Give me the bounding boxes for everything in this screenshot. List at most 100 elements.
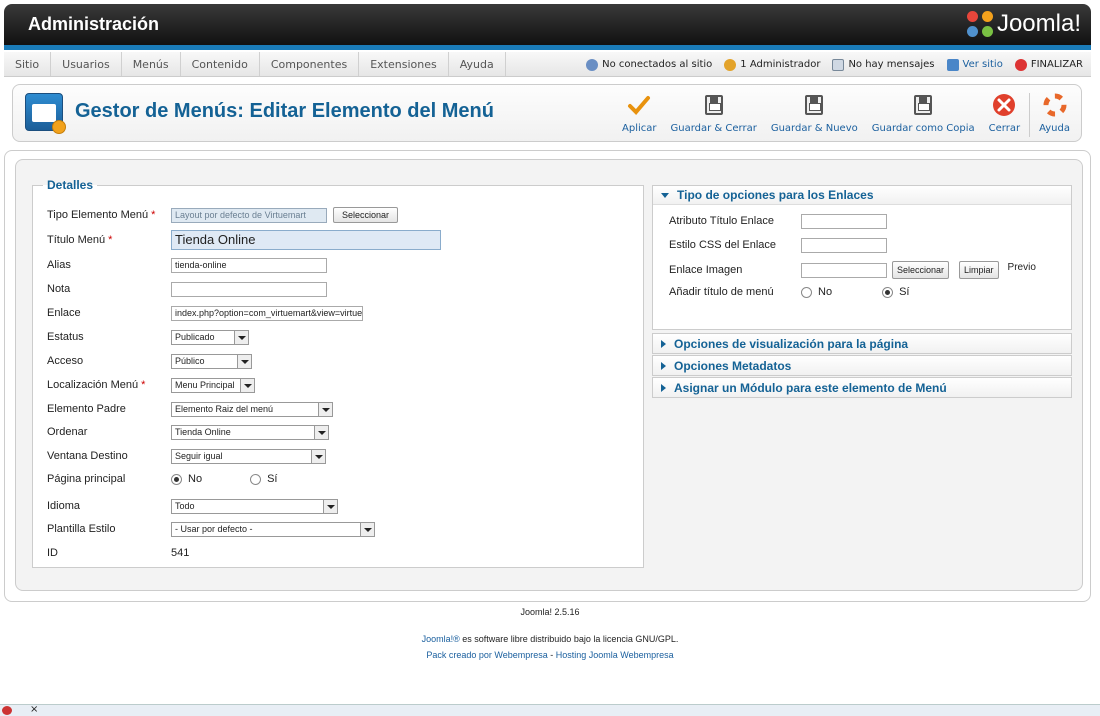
- menu-ayuda[interactable]: Ayuda: [449, 52, 506, 76]
- main-menubar: Sitio Usuarios Menús Contenido Component…: [4, 52, 1091, 77]
- select-type-button[interactable]: Seleccionar: [333, 207, 399, 223]
- home-no-radio[interactable]: No: [171, 473, 202, 485]
- link-options-panel: Tipo de opciones para los Enlaces Atribu…: [652, 185, 1072, 330]
- row-language: Idioma Todo: [47, 497, 338, 515]
- row-id: ID 541: [47, 547, 190, 559]
- required-marker: *: [151, 209, 156, 221]
- browser-bottom-bar: ×: [0, 704, 1100, 716]
- message-icon: [832, 58, 845, 71]
- logout-icon: [1014, 58, 1027, 71]
- monitor-icon: [946, 58, 959, 71]
- row-status: Estatus Publicado: [47, 328, 249, 346]
- menu-componentes[interactable]: Componentes: [260, 52, 360, 76]
- row-access: Acceso Público: [47, 352, 252, 370]
- footer-credits: Pack creado por Webempresa - Hosting Joo…: [426, 650, 674, 660]
- parent-select[interactable]: Elemento Raiz del menú: [171, 401, 333, 417]
- access-select[interactable]: Público: [171, 353, 252, 369]
- help-button[interactable]: Ayuda: [1032, 93, 1077, 137]
- status-offline: No conectados al sitio: [586, 58, 712, 71]
- save-close-button[interactable]: Guardar & Cerrar: [664, 93, 764, 137]
- row-alias: Alias tienda-online: [47, 256, 327, 274]
- menu-usuarios[interactable]: Usuarios: [51, 52, 122, 76]
- triangle-down-icon: [661, 192, 669, 198]
- select-image-button[interactable]: Seleccionar: [892, 261, 950, 279]
- footer-license: Joomla!® es software libre distribuido b…: [421, 634, 679, 644]
- note-input[interactable]: [171, 281, 327, 297]
- chevron-down-icon: [234, 330, 248, 344]
- close-icon[interactable]: ×: [30, 704, 38, 715]
- chevron-down-icon: [311, 449, 325, 463]
- save-copy-button[interactable]: Guardar como Copia: [865, 93, 982, 137]
- apply-button[interactable]: Aplicar: [615, 93, 663, 137]
- save-copy-icon: [911, 93, 935, 117]
- page-toolbar: Gestor de Menús: Editar Elemento del Men…: [12, 84, 1082, 142]
- row-title: Título Menú * Tienda Online: [47, 230, 441, 250]
- close-icon: [992, 93, 1016, 117]
- save-new-button[interactable]: Guardar & Nuevo: [764, 93, 865, 137]
- status-messages[interactable]: No hay mensajes: [832, 58, 935, 71]
- alias-input[interactable]: tienda-online: [171, 257, 327, 273]
- webempresa-hosting-link[interactable]: Hosting Joomla Webempresa: [556, 650, 674, 660]
- webempresa-pack-link[interactable]: Pack creado por Webempresa: [426, 650, 547, 660]
- home-yes-radio[interactable]: Sí: [250, 473, 277, 485]
- lifebuoy-icon: [1043, 93, 1067, 117]
- status-select[interactable]: Publicado: [171, 329, 249, 345]
- module-assign-header[interactable]: Asignar un Módulo para este elemento de …: [653, 378, 1071, 397]
- link-input[interactable]: index.php?option=com_virtuemart&view=vir…: [171, 305, 363, 321]
- details-fieldset: Detalles Tipo Elemento Menú * Layout por …: [32, 178, 644, 568]
- row-link: Enlace index.php?option=com_virtuemart&v…: [47, 305, 363, 321]
- link-options-header[interactable]: Tipo de opciones para los Enlaces: [653, 186, 1071, 205]
- checkmark-icon: [627, 93, 651, 117]
- language-select[interactable]: Todo: [171, 498, 338, 514]
- close-button[interactable]: Cerrar: [982, 93, 1027, 137]
- admin-icon: [724, 58, 737, 71]
- type-field[interactable]: Layout por defecto de Virtuemart: [171, 207, 327, 223]
- css-input[interactable]: [801, 237, 887, 253]
- title-attr-input[interactable]: [801, 213, 887, 229]
- location-select[interactable]: Menu Principal: [171, 377, 255, 393]
- details-legend: Detalles: [47, 178, 94, 192]
- chevron-down-icon: [318, 402, 332, 416]
- menu-contenido[interactable]: Contenido: [181, 52, 260, 76]
- view-site-link[interactable]: Ver sitio: [946, 58, 1003, 71]
- chevron-down-icon: [360, 522, 374, 536]
- order-select[interactable]: Tienda Online: [171, 424, 329, 440]
- page-title: Gestor de Menús: Editar Elemento del Men…: [75, 100, 494, 122]
- status-bar: No conectados al sitio 1 Administrador N…: [586, 52, 1083, 77]
- display-options-header[interactable]: Opciones de visualización para la página: [653, 334, 1071, 353]
- chevron-down-icon: [237, 354, 251, 368]
- joomla-link[interactable]: Joomla!®: [422, 634, 460, 644]
- toolbar-divider: [1029, 93, 1031, 137]
- preview-label: Previo: [1007, 262, 1036, 273]
- style-select[interactable]: - Usar por defecto -: [171, 521, 375, 537]
- metadata-options-panel: Opciones Metadatos: [652, 355, 1072, 376]
- footer-version: Joomla! 2.5.16: [520, 607, 580, 617]
- add-title-yes-radio[interactable]: Sí: [882, 286, 909, 298]
- row-css: Estilo CSS del Enlace: [669, 237, 887, 253]
- status-admins: 1 Administrador: [724, 58, 820, 71]
- save-new-icon: [802, 93, 826, 117]
- add-icon: [52, 120, 66, 134]
- admin-header: Administración Joomla!: [4, 4, 1091, 50]
- logout-link[interactable]: FINALIZAR: [1014, 58, 1083, 71]
- clear-image-button[interactable]: Limpiar: [959, 261, 999, 279]
- row-add-title: Añadir título de menú No Sí: [669, 286, 910, 298]
- title-input[interactable]: Tienda Online: [171, 230, 441, 250]
- module-assign-panel: Asignar un Módulo para este elemento de …: [652, 377, 1072, 398]
- menu-extensiones[interactable]: Extensiones: [359, 52, 449, 76]
- menu-menus[interactable]: Menús: [122, 52, 181, 76]
- row-title-attr: Atributo Título Enlace: [669, 213, 887, 229]
- menu-sitio[interactable]: Sitio: [4, 52, 52, 76]
- row-order: Ordenar Tienda Online: [47, 423, 329, 441]
- addon-icon[interactable]: [2, 706, 12, 715]
- joomla-logo[interactable]: Joomla!: [966, 10, 1081, 38]
- image-input[interactable]: [801, 262, 887, 278]
- add-title-no-radio[interactable]: No: [801, 286, 832, 298]
- required-marker: *: [141, 379, 146, 391]
- chevron-down-icon: [323, 499, 337, 513]
- edit-panel-inner: Detalles Tipo Elemento Menú * Layout por …: [15, 159, 1083, 591]
- users-icon: [586, 58, 599, 71]
- target-select[interactable]: Seguir igual: [171, 448, 326, 464]
- row-target: Ventana Destino Seguir igual: [47, 447, 326, 465]
- metadata-options-header[interactable]: Opciones Metadatos: [653, 356, 1071, 375]
